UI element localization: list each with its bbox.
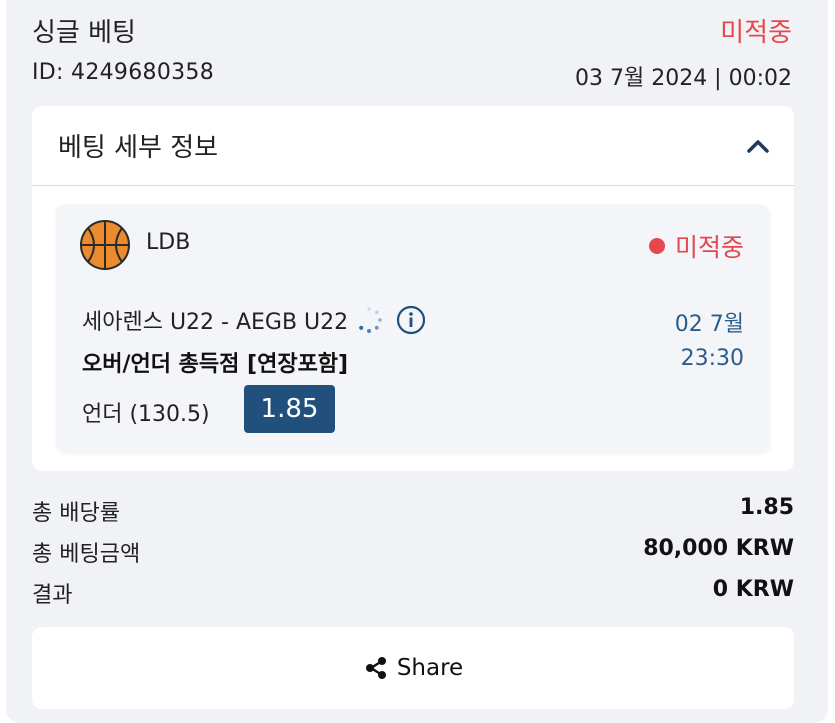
- event-status: 미적중: [648, 228, 744, 264]
- share-icon: [365, 657, 386, 679]
- market-name: 오버/언더 총득점 [연장포함]: [82, 352, 349, 377]
- total-odds-row: 총 배당률 1.85: [32, 495, 794, 527]
- result-row: 결과 0 KRW: [32, 577, 794, 609]
- total-stake-label: 총 베팅금액: [32, 542, 141, 567]
- basketball-icon: [80, 220, 130, 270]
- league-name: LDB: [146, 230, 191, 255]
- total-odds-label: 총 배당률: [32, 501, 120, 526]
- match-name: 세아렌스 U22 - AEGB U22: [82, 310, 349, 335]
- bet-card: 싱글 베팅 미적중 ID: 4249680358 03 7월 2024 | 00…: [6, 0, 828, 723]
- odds-badge: 1.85: [244, 385, 335, 433]
- total-stake-row: 총 베팅금액 80,000 KRW: [32, 536, 794, 568]
- event-date: 02 7월: [674, 312, 744, 337]
- bet-type-title: 싱글 베팅: [32, 18, 136, 48]
- result-label: 결과: [32, 583, 73, 608]
- bet-details-title: 베팅 세부 정보: [58, 133, 219, 163]
- total-stake-value: 80,000 KRW: [643, 536, 794, 561]
- event-status-label: 미적중: [674, 233, 744, 262]
- loading-spinner-icon: [359, 307, 382, 333]
- match-row: 세아렌스 U22 - AEGB U22: [82, 304, 426, 336]
- status-dot-icon: [648, 238, 665, 254]
- bet-id: ID: 4249680358: [32, 60, 215, 85]
- bet-details-panel: 베팅 세부 정보 LDB 미적중 세아렌스 U22 - AEGB U22 오버/…: [32, 106, 794, 471]
- chevron-up-icon[interactable]: [744, 132, 772, 160]
- bet-details-header[interactable]: 베팅 세부 정보: [32, 106, 794, 186]
- selection-name: 언더 (130.5): [82, 402, 210, 427]
- result-value: 0 KRW: [712, 577, 794, 602]
- bet-datetime: 03 7월 2024 | 00:02: [574, 66, 792, 91]
- info-icon[interactable]: [396, 305, 426, 335]
- total-odds-value: 1.85: [739, 495, 794, 520]
- event-card: LDB 미적중 세아렌스 U22 - AEGB U22 오버/언더 총득점 [연…: [56, 204, 770, 452]
- share-button[interactable]: Share: [32, 627, 794, 709]
- share-label: Share: [396, 655, 464, 681]
- bet-status: 미적중: [720, 18, 792, 48]
- event-time: 23:30: [680, 346, 744, 371]
